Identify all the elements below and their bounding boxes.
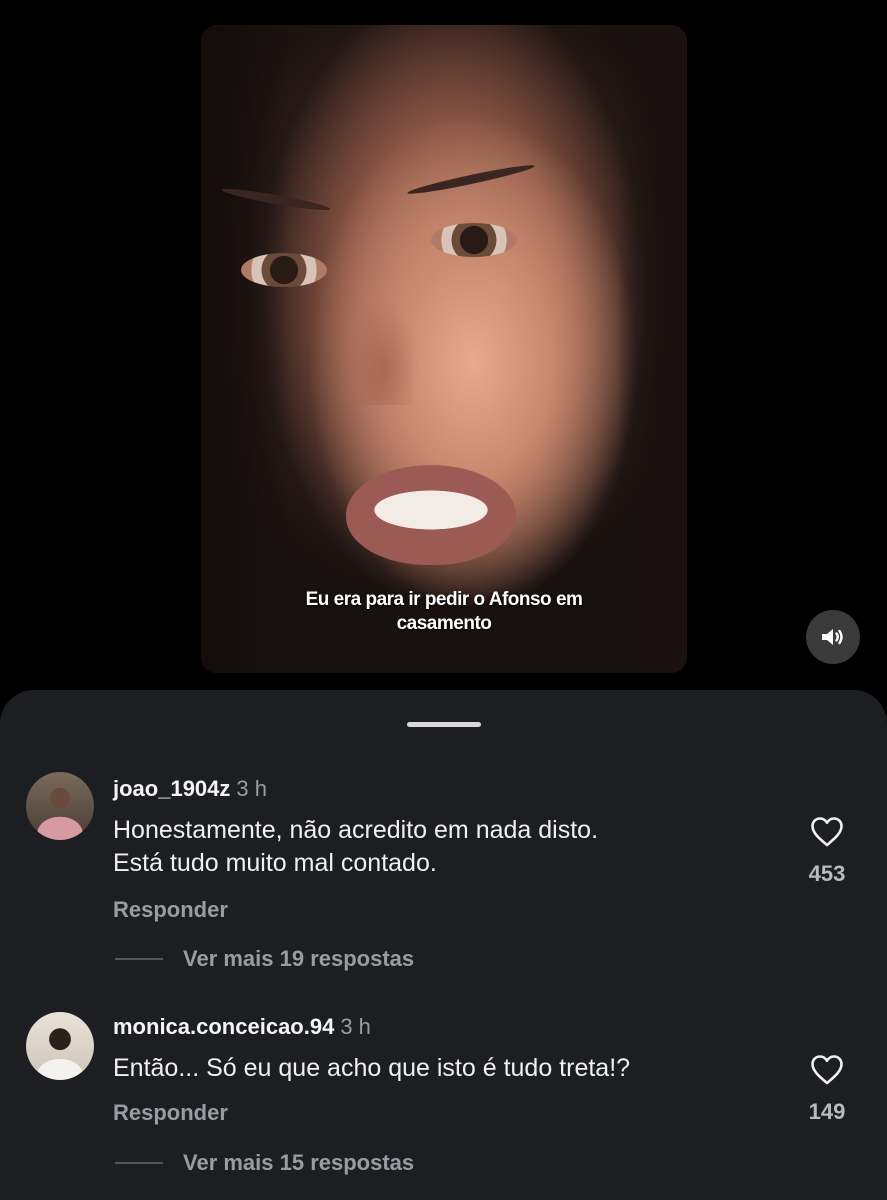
- reply-button[interactable]: Responder: [113, 897, 228, 923]
- video-frame-detail: [346, 465, 516, 565]
- view-more-replies-label: Ver mais 19 respostas: [183, 946, 415, 971]
- video-frame-detail: [241, 253, 327, 287]
- divider: [115, 1162, 163, 1164]
- sound-toggle-button[interactable]: [806, 610, 860, 664]
- reply-button[interactable]: Responder: [113, 1100, 228, 1126]
- heart-icon[interactable]: [810, 1054, 844, 1085]
- avatar[interactable]: [26, 1012, 94, 1080]
- video-frame-detail: [349, 285, 419, 405]
- comment-item: monica.conceicao.94 3 h Então... Só eu qu…: [0, 690, 887, 1175]
- subtitle-line: casamento: [396, 613, 492, 634]
- like-count: 149: [808, 1099, 846, 1124]
- comment-text-line: Então... Só eu que acho que isto é tudo …: [113, 1054, 631, 1082]
- video-frame-shade: [617, 25, 687, 673]
- video-frame-shade: [201, 25, 291, 673]
- video-subtitle: Eu era para ir pedir o Afonso em casamen…: [201, 588, 687, 636]
- video-player[interactable]: [201, 25, 687, 673]
- video-frame-detail: [406, 161, 536, 198]
- view-more-replies-label: Ver mais 15 respostas: [183, 1150, 415, 1175]
- comment-header: monica.conceicao.94 3 h: [113, 1014, 371, 1040]
- subtitle-line: Eu era para ir pedir o Afonso em: [305, 589, 583, 610]
- comment-time: 3 h: [340, 1014, 371, 1039]
- username[interactable]: monica.conceicao.94: [113, 1014, 334, 1039]
- like-control: 149: [797, 1054, 857, 1125]
- view-more-replies[interactable]: Ver mais 19 respostas: [115, 946, 414, 972]
- view-more-replies[interactable]: Ver mais 15 respostas: [115, 1150, 414, 1176]
- divider: [115, 958, 163, 960]
- speaker-icon: [822, 629, 843, 645]
- comments-sheet: joao_1904z 3 h Honestamente, não acredito…: [0, 690, 887, 1200]
- video-frame-detail: [431, 223, 517, 257]
- comment-text: Então... Só eu que acho que isto é tudo …: [113, 1052, 753, 1085]
